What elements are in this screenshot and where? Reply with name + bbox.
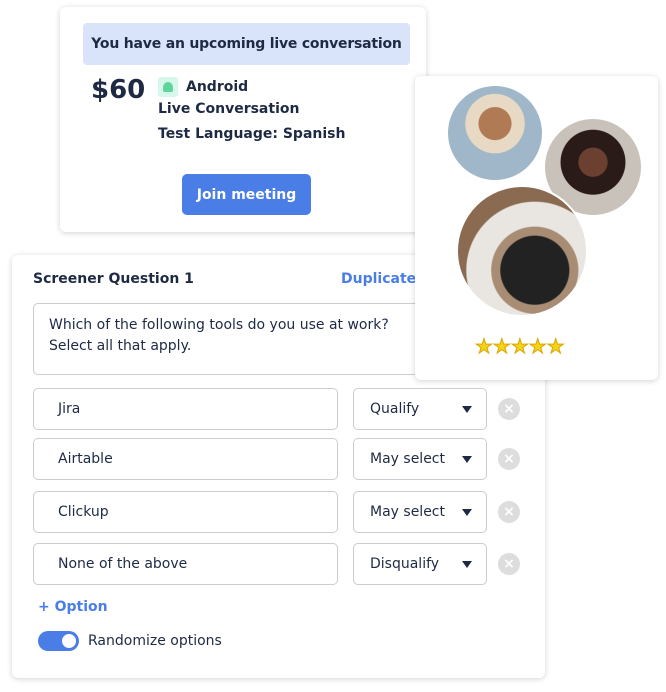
randomize-toggle[interactable] [38,631,79,651]
caret-down-icon [462,561,472,568]
participant-photo [446,84,544,182]
price: $60 [91,75,146,105]
option-input[interactable]: Airtable [33,438,338,480]
option-rule-value: May select [370,504,445,520]
option-input[interactable]: None of the above [33,543,338,585]
remove-option-close-icon[interactable]: × [498,398,520,420]
upcoming-banner: You have an upcoming live conversation [83,23,410,65]
star-rating: ★★★★★ [475,334,566,359]
option-rule-select[interactable]: May select [353,491,487,533]
participant-photo [456,185,588,317]
remove-option-close-icon[interactable]: × [498,448,520,470]
test-language: Test Language: Spanish [158,126,346,142]
duplicate-link[interactable]: Duplicate [341,271,416,287]
option-rule-select[interactable]: May select [353,438,487,480]
question-input[interactable]: Which of the following tools do you use … [33,303,433,375]
option-rule-value: Qualify [370,401,420,417]
option-rule-select[interactable]: Disqualify [353,543,487,585]
android-icon [158,77,178,97]
randomize-label: Randomize options [88,633,222,649]
caret-down-icon [462,406,472,413]
remove-option-close-icon[interactable]: × [498,501,520,523]
remove-option-close-icon[interactable]: × [498,553,520,575]
screener-title: Screener Question 1 [33,271,194,287]
session-type: Live Conversation [158,101,300,117]
platform: Android [186,79,249,95]
caret-down-icon [462,509,472,516]
caret-down-icon [462,456,472,463]
option-input[interactable]: Clickup [33,491,338,533]
meeting-card: You have an upcoming live conversation $… [60,7,426,232]
add-option-button[interactable]: + Option [38,599,108,615]
option-rule-select[interactable]: Qualify [353,388,487,430]
join-meeting-button[interactable]: Join meeting [182,174,311,215]
option-input[interactable]: Jira [33,388,338,430]
participants-card: ★★★★★ [415,76,658,380]
option-rule-value: Disqualify [370,556,440,572]
option-rule-value: May select [370,451,445,467]
